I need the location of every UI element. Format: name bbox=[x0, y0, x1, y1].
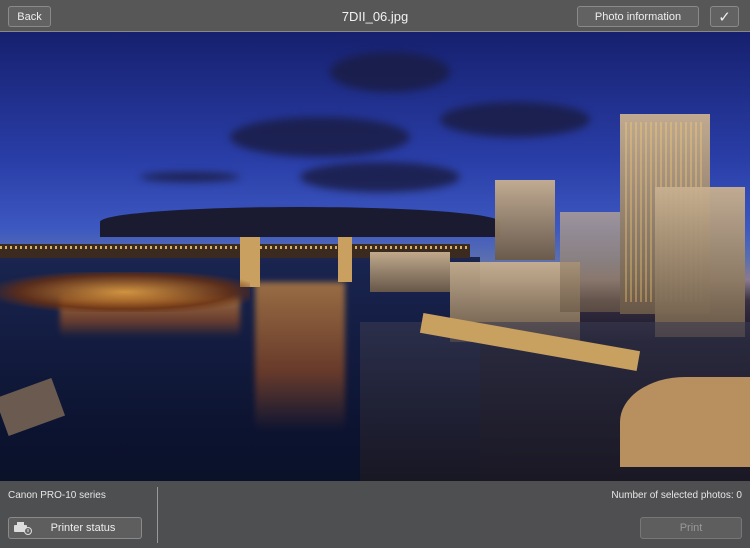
confirm-button[interactable]: ✓ bbox=[710, 6, 739, 27]
selected-photos-count: Number of selected photos: 0 bbox=[611, 490, 742, 501]
divider bbox=[157, 487, 158, 543]
print-button[interactable]: Print bbox=[640, 517, 742, 539]
printer-status-icon bbox=[14, 522, 32, 535]
photo-information-button[interactable]: Photo information bbox=[577, 6, 699, 27]
printer-status-label: Printer status bbox=[50, 522, 116, 534]
bottom-toolbar: Canon PRO-10 series Printer status Numbe… bbox=[0, 481, 750, 548]
top-toolbar: Back 7DII_06.jpg Photo information ✓ bbox=[0, 0, 750, 32]
photo-preview bbox=[0, 32, 750, 548]
checkmark-icon: ✓ bbox=[718, 8, 731, 26]
printer-name: Canon PRO-10 series bbox=[8, 490, 106, 501]
printer-status-button[interactable]: Printer status bbox=[8, 517, 142, 539]
